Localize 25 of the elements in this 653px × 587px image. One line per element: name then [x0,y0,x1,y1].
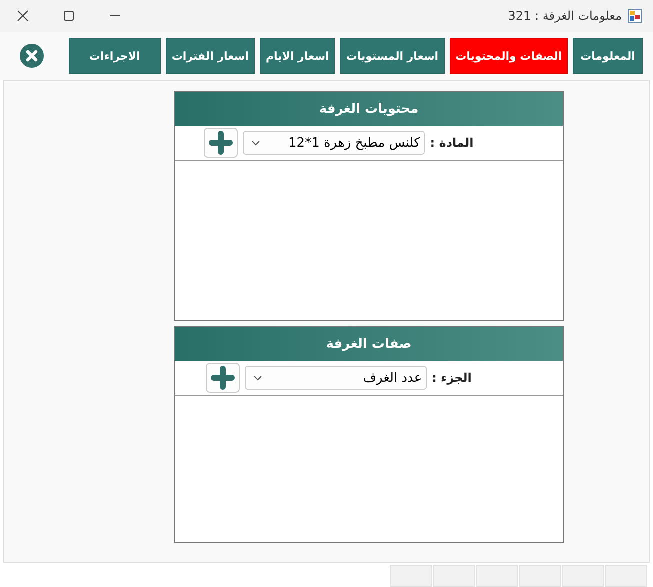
dropdown[interactable]: عدد الغرف [245,366,428,390]
status-bar-panel [433,565,475,587]
app-icon [628,9,642,23]
caret-icon [252,140,260,146]
dropdown[interactable]: كلنس مطبخ زهرة 1*12 [243,131,426,155]
status-bar-panel [476,565,518,587]
status-bar-panel [390,565,432,587]
add-button[interactable] [204,128,238,158]
field-label: المادة : [430,136,474,150]
tab[interactable]: اسعار المستويات [340,38,445,74]
status-bar-panel [519,565,561,587]
add-button[interactable] [206,363,240,393]
field-label: الجزء : [432,371,472,385]
tab[interactable]: اسعار الفترات [166,38,255,74]
tab[interactable]: الاجراءات [68,38,161,74]
caret-icon [254,376,262,380]
status-bar-panel [562,565,604,587]
tab[interactable]: المعلومات [573,38,643,74]
panel-header: محتويات الغرفة [175,92,563,126]
tab[interactable]: اسعار الايام [260,38,336,74]
window-title: معلومات الغرفة : 321 [508,9,622,23]
tab[interactable]: الصفات والمحتويات [450,38,568,74]
panel-header: صفات الغرفة [175,327,563,361]
close-icon[interactable] [20,44,44,68]
status-bar-panel [605,565,647,587]
